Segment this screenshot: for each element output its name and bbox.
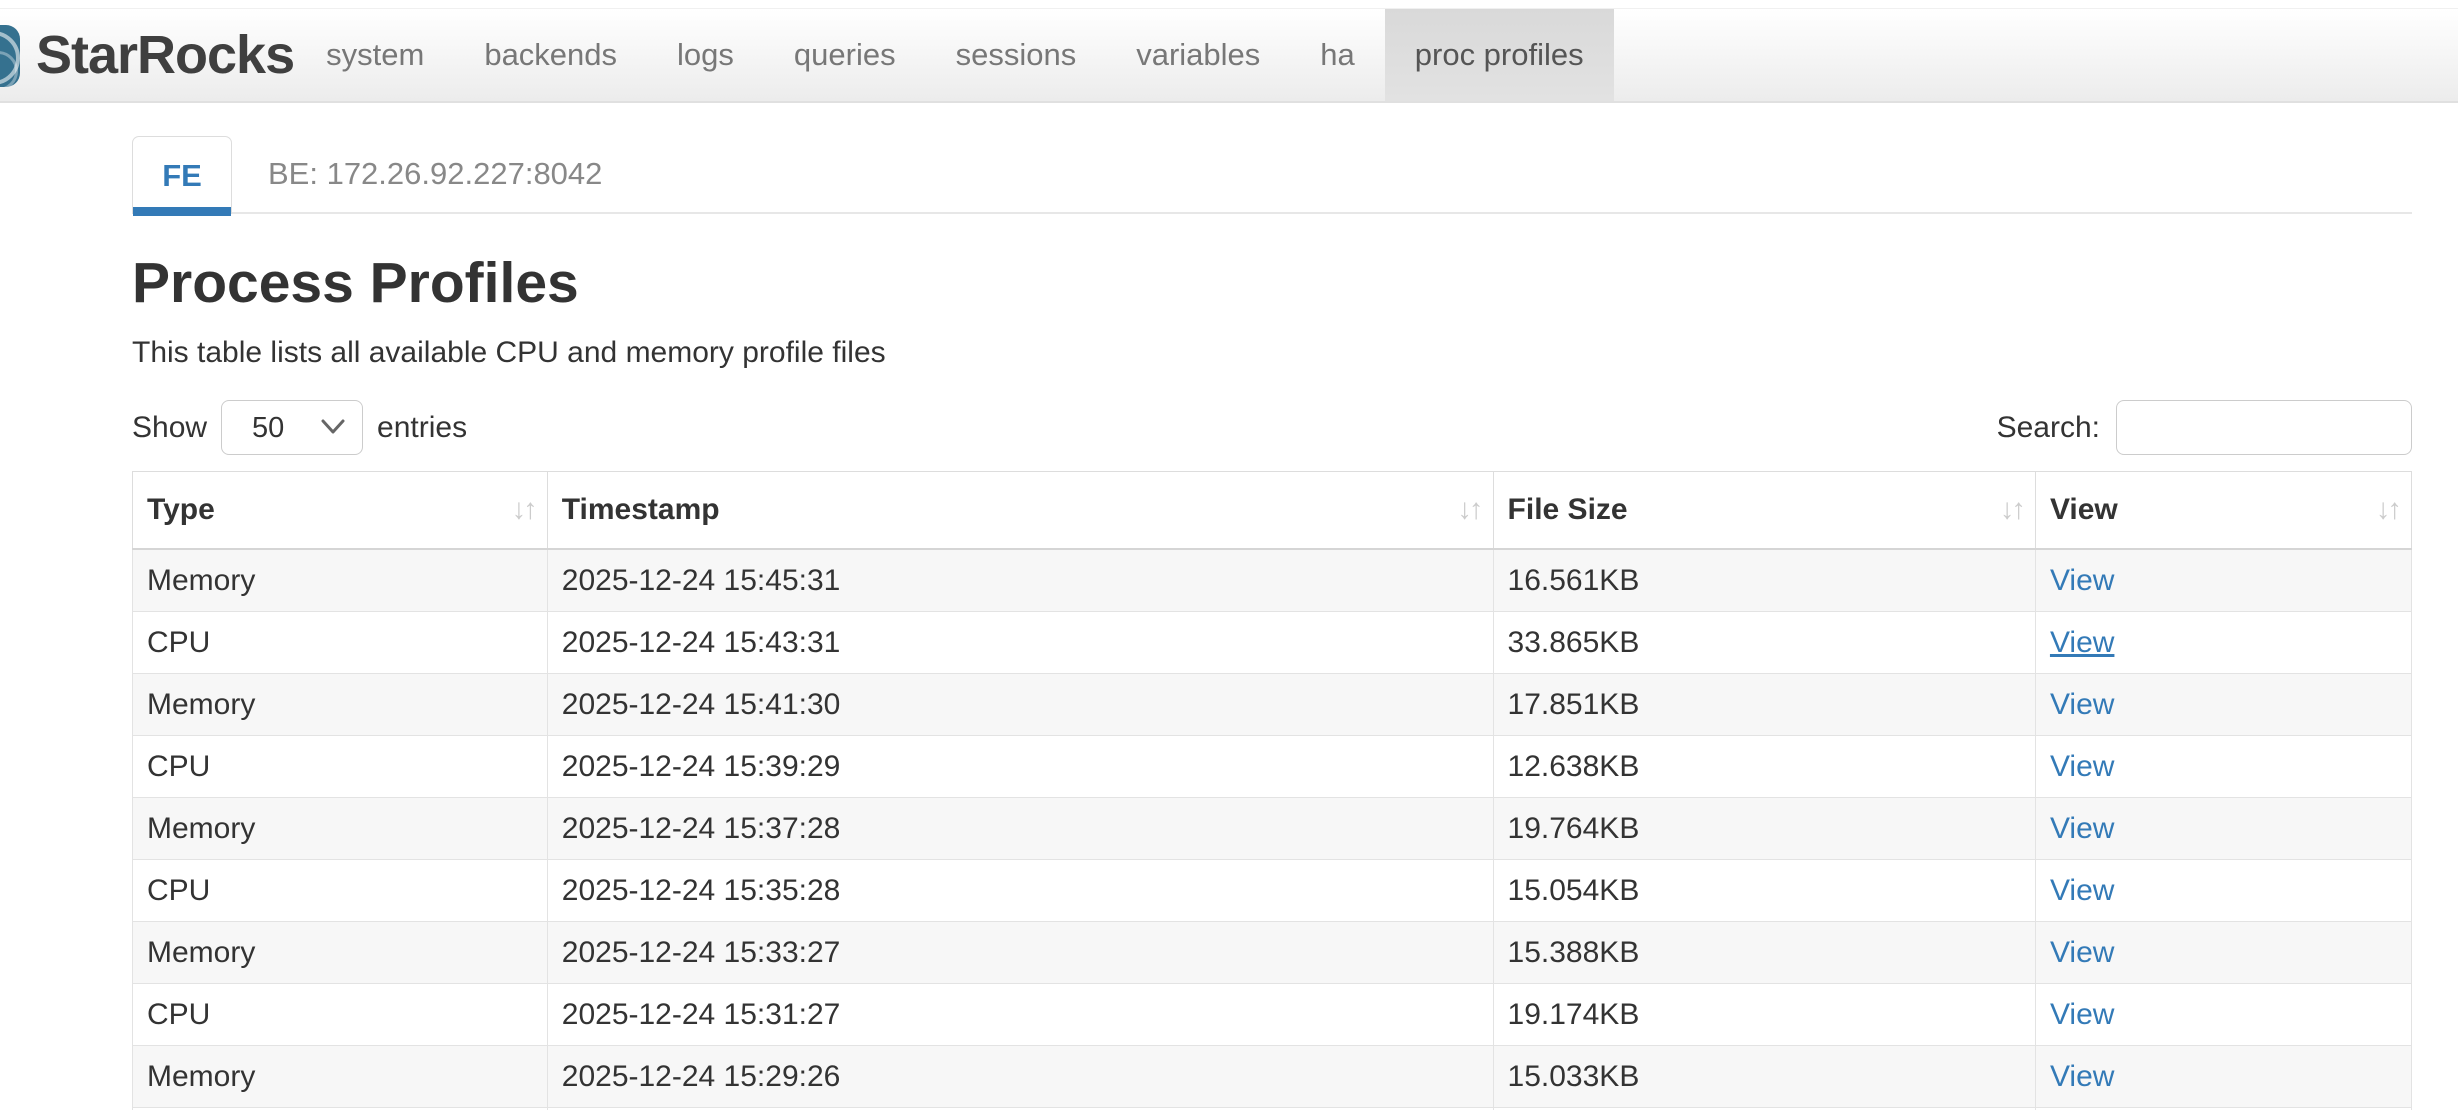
cell-timestamp: 2025-12-24 15:35:28 bbox=[547, 860, 1493, 922]
nav-item-backends[interactable]: backends bbox=[454, 9, 647, 101]
column-header-view[interactable]: View↓↑ bbox=[2035, 472, 2411, 550]
cell-view: View bbox=[2035, 860, 2411, 922]
cell-view: View bbox=[2035, 922, 2411, 984]
view-link[interactable]: View bbox=[2050, 874, 2114, 907]
table-header-row: Type↓↑Timestamp↓↑File Size↓↑View↓↑ bbox=[133, 472, 2412, 550]
cell-type: Memory bbox=[133, 922, 548, 984]
nav-item-sessions[interactable]: sessions bbox=[926, 9, 1107, 101]
sort-both-icon: ↓↑ bbox=[512, 494, 535, 527]
cell-timestamp: 2025-12-24 15:43:31 bbox=[547, 612, 1493, 674]
main-content: FE BE: 172.26.92.227:8042 Process Profil… bbox=[132, 136, 2412, 1110]
view-link[interactable]: View bbox=[2050, 936, 2114, 969]
nav-item-system[interactable]: system bbox=[296, 9, 454, 101]
profiles-table: Type↓↑Timestamp↓↑File Size↓↑View↓↑ Memor… bbox=[132, 471, 2412, 1110]
cell-timestamp: 2025-12-24 15:31:27 bbox=[547, 984, 1493, 1046]
nav-item-ha[interactable]: ha bbox=[1290, 9, 1384, 101]
cell-filesize: 17.851KB bbox=[1493, 674, 2035, 736]
brand-name: StarRocks bbox=[36, 24, 294, 86]
cell-view: View bbox=[2035, 984, 2411, 1046]
cell-type: Memory bbox=[133, 674, 548, 736]
cell-filesize: 15.033KB bbox=[1493, 1046, 2035, 1108]
starrocks-logo-icon bbox=[0, 25, 20, 87]
table-row: Memory 2025-12-24 15:45:31 16.561KB View bbox=[133, 549, 2412, 612]
tab-be-label: BE: 172.26.92.227:8042 bbox=[268, 156, 602, 192]
view-link[interactable]: View bbox=[2050, 998, 2114, 1031]
tab-fe[interactable]: FE bbox=[132, 136, 232, 214]
nav-menu: systembackendslogsqueriessessionsvariabl… bbox=[296, 9, 1613, 101]
table-row: CPU 2025-12-24 15:31:27 19.174KB View bbox=[133, 984, 2412, 1046]
cell-type: Memory bbox=[133, 798, 548, 860]
table-body: Memory 2025-12-24 15:45:31 16.561KB View… bbox=[133, 549, 2412, 1110]
table-row: CPU 2025-12-24 15:43:31 33.865KB View bbox=[133, 612, 2412, 674]
view-link[interactable]: View bbox=[2050, 564, 2114, 597]
view-link[interactable]: View bbox=[2050, 750, 2114, 783]
brand[interactable]: StarRocks bbox=[0, 9, 294, 101]
active-tab-indicator bbox=[133, 207, 231, 216]
cell-timestamp: 2025-12-24 15:45:31 bbox=[547, 549, 1493, 612]
sort-both-icon: ↓↑ bbox=[1458, 494, 1481, 527]
cell-view: View bbox=[2035, 612, 2411, 674]
view-link[interactable]: View bbox=[2050, 688, 2114, 721]
top-navbar: StarRocks systembackendslogsqueriessessi… bbox=[0, 8, 2458, 103]
search-input[interactable] bbox=[2116, 400, 2412, 455]
node-tabs: FE BE: 172.26.92.227:8042 bbox=[132, 136, 2412, 214]
cell-filesize: 15.054KB bbox=[1493, 860, 2035, 922]
page-length-control: Show 50 entries bbox=[132, 400, 467, 455]
nav-item-variables[interactable]: variables bbox=[1106, 9, 1290, 101]
cell-timestamp: 2025-12-24 15:41:30 bbox=[547, 674, 1493, 736]
cell-filesize: 19.764KB bbox=[1493, 798, 2035, 860]
view-link[interactable]: View bbox=[2050, 812, 2114, 845]
cell-type: Memory bbox=[133, 549, 548, 612]
table-row: CPU 2025-12-24 15:35:28 15.054KB View bbox=[133, 860, 2412, 922]
cell-filesize: 33.865KB bbox=[1493, 612, 2035, 674]
search-control: Search: bbox=[1997, 400, 2412, 455]
view-link[interactable]: View bbox=[2050, 626, 2114, 659]
tab-fe-label: FE bbox=[162, 158, 202, 194]
page-title: Process Profiles bbox=[132, 250, 2412, 316]
show-label: Show bbox=[132, 411, 207, 445]
column-header-type[interactable]: Type↓↑ bbox=[133, 472, 548, 550]
cell-filesize: 16.561KB bbox=[1493, 549, 2035, 612]
nav-item-logs[interactable]: logs bbox=[647, 9, 764, 101]
tab-be[interactable]: BE: 172.26.92.227:8042 bbox=[268, 136, 602, 212]
cell-filesize: 12.638KB bbox=[1493, 736, 2035, 798]
cell-view: View bbox=[2035, 798, 2411, 860]
cell-type: CPU bbox=[133, 860, 548, 922]
page-subtitle: This table lists all available CPU and m… bbox=[132, 336, 2412, 370]
cell-type: CPU bbox=[133, 984, 548, 1046]
entries-label: entries bbox=[377, 411, 467, 445]
page-size-select[interactable]: 50 bbox=[221, 400, 363, 455]
table-row: Memory 2025-12-24 15:37:28 19.764KB View bbox=[133, 798, 2412, 860]
sort-both-icon: ↓↑ bbox=[2376, 494, 2399, 527]
cell-view: View bbox=[2035, 736, 2411, 798]
table-row: Memory 2025-12-24 15:41:30 17.851KB View bbox=[133, 674, 2412, 736]
cell-view: View bbox=[2035, 1046, 2411, 1108]
nav-item-proc-profiles[interactable]: proc profiles bbox=[1385, 9, 1614, 101]
cell-timestamp: 2025-12-24 15:33:27 bbox=[547, 922, 1493, 984]
search-label: Search: bbox=[1997, 411, 2100, 445]
cell-view: View bbox=[2035, 549, 2411, 612]
view-link[interactable]: View bbox=[2050, 1060, 2114, 1093]
column-header-file-size[interactable]: File Size↓↑ bbox=[1493, 472, 2035, 550]
cell-timestamp: 2025-12-24 15:37:28 bbox=[547, 798, 1493, 860]
cell-type: CPU bbox=[133, 736, 548, 798]
cell-type: Memory bbox=[133, 1046, 548, 1108]
cell-filesize: 19.174KB bbox=[1493, 984, 2035, 1046]
nav-item-queries[interactable]: queries bbox=[764, 9, 926, 101]
column-header-timestamp[interactable]: Timestamp↓↑ bbox=[547, 472, 1493, 550]
cell-type: CPU bbox=[133, 612, 548, 674]
cell-filesize: 15.388KB bbox=[1493, 922, 2035, 984]
table-row: CPU 2025-12-24 15:39:29 12.638KB View bbox=[133, 736, 2412, 798]
table-controls: Show 50 entries Search: bbox=[132, 400, 2412, 455]
cell-timestamp: 2025-12-24 15:39:29 bbox=[547, 736, 1493, 798]
table-row: Memory 2025-12-24 15:29:26 15.033KB View bbox=[133, 1046, 2412, 1108]
sort-both-icon: ↓↑ bbox=[2000, 494, 2023, 527]
cell-timestamp: 2025-12-24 15:29:26 bbox=[547, 1046, 1493, 1108]
cell-view: View bbox=[2035, 674, 2411, 736]
table-row: Memory 2025-12-24 15:33:27 15.388KB View bbox=[133, 922, 2412, 984]
